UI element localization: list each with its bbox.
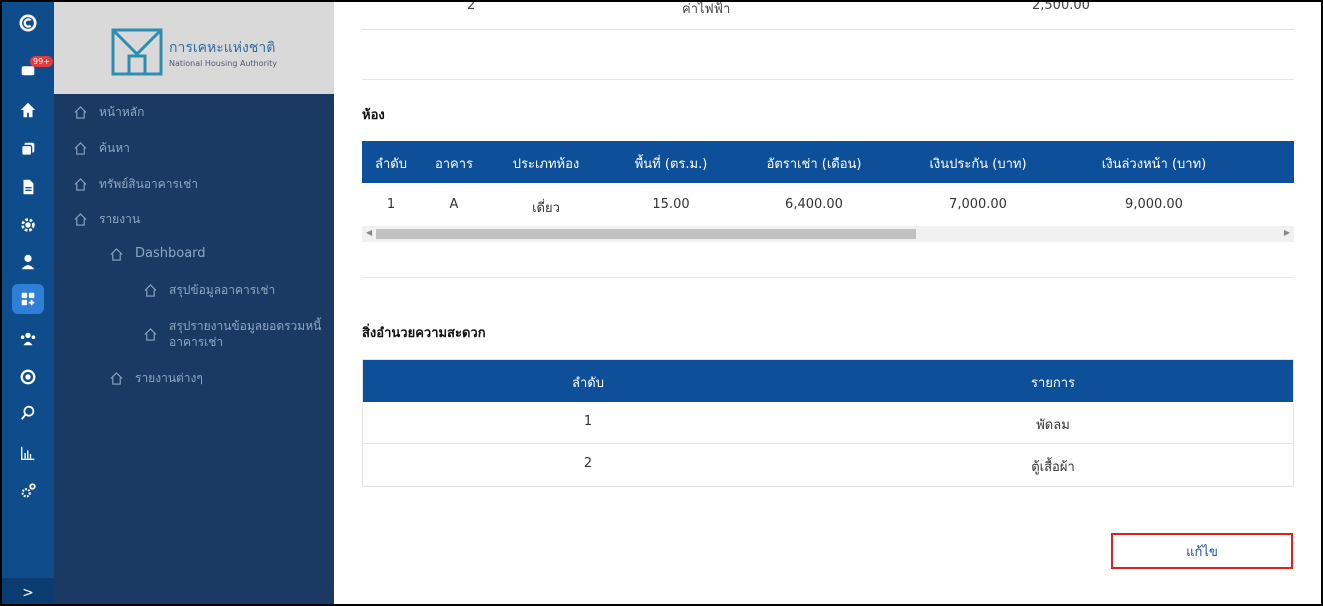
horizontal-scrollbar[interactable]: ◀ ▶ [362, 226, 1294, 242]
col-rent: อัตราเช่า (เดือน) [766, 157, 862, 172]
document-icon[interactable] [12, 172, 44, 202]
divider [362, 79, 1294, 80]
edit-button[interactable]: แก้ไข [1111, 533, 1293, 569]
home-outline-icon [74, 213, 87, 226]
inbox-icon[interactable]: 99+ [12, 54, 53, 84]
menu-item-other-reports[interactable]: รายงานต่างๆ [110, 370, 203, 386]
menu-item-search[interactable]: ค้นหา [74, 140, 130, 156]
scroll-right-icon[interactable]: ▶ [1284, 228, 1290, 237]
room-table-header: ลำดับ อาคาร ประเภทห้อง พื้นที่ (ตร.ม.) อ… [362, 141, 1294, 183]
utility-index: 2 [467, 0, 476, 13]
gear-icon[interactable] [12, 210, 44, 240]
logo-english-text: National Housing Authority [169, 58, 277, 68]
col-index: ลำดับ [375, 157, 407, 172]
home-outline-icon [110, 372, 123, 385]
nha-logo-icon [111, 28, 163, 76]
main-content: 2 ค่าไฟฟ้า 2,500.00 ห้อง ลำดับ อาคาร ประ… [334, 2, 1321, 604]
menu-item-summary-debt[interactable]: สรุปรายงานข้อมูลยอดรวมหนี้อาคารเช่า [144, 318, 324, 350]
table-row: 1 พัดลม [363, 402, 1293, 444]
facilities-section-title: สิ่งอำนวยความสะดวก [362, 326, 486, 341]
home-outline-icon [144, 284, 157, 297]
col-index: ลำดับ [572, 376, 604, 391]
table-row: 2 ตู้เสื้อผ้า [583, 456, 1075, 475]
menu-item-assets[interactable]: ทรัพย์สินอาคารเช่า [74, 176, 198, 192]
home-outline-icon [74, 106, 87, 119]
facilities-table: ลำดับ รายการ 1 พัดลม 2 ตู้เสื้อผ้า [362, 359, 1294, 487]
col-deposit: เงินประกัน (บาท) [929, 157, 1027, 172]
menu-item-dashboard[interactable]: Dashboard [110, 246, 206, 262]
table-row: 1 A เดี่ยว 15.00 6,400.00 7,000.00 9,000… [386, 197, 1183, 216]
dashboard-add-icon[interactable] [12, 284, 44, 314]
room-section-title: ห้อง [362, 108, 385, 123]
utility-amount: 2,500.00 [1032, 0, 1090, 13]
home-outline-icon [74, 178, 87, 191]
home-outline-icon [144, 328, 157, 341]
scrollbar-thumb[interactable] [376, 229, 916, 239]
col-building: อาคาร [434, 157, 474, 172]
logo-thai-text: การเคหะแห่งชาติ [169, 39, 276, 56]
copy-icon[interactable] [12, 134, 44, 164]
coin-icon[interactable] [12, 362, 44, 392]
col-item: รายการ [1030, 376, 1076, 391]
menu-item-reports[interactable]: รายงาน [74, 211, 140, 227]
utility-item: ค่าไฟฟ้า [682, 2, 731, 17]
notification-badge: 99+ [30, 56, 53, 67]
menu-item-home[interactable]: หน้าหลัก [74, 104, 144, 120]
settings-icon[interactable] [12, 476, 44, 506]
bar-chart-icon[interactable] [12, 438, 44, 468]
search-icon[interactable] [12, 398, 44, 428]
menu-item-summary-rental[interactable]: สรุปข้อมูลอาคารเช่า [144, 282, 275, 298]
col-advance: เงินล่วงหน้า (บาท) [1101, 157, 1207, 172]
side-menu: การเคหะแห่งชาติ National Housing Authori… [54, 2, 334, 604]
col-area: พื้นที่ (ตร.ม.) [634, 157, 708, 172]
icon-rail: 99+ > [2, 2, 54, 604]
divider [362, 277, 1294, 278]
facilities-table-header: ลำดับ รายการ [363, 360, 1293, 402]
logo-c-icon[interactable] [12, 8, 44, 38]
group-icon[interactable] [12, 324, 44, 354]
user-icon[interactable] [12, 247, 44, 277]
col-room-type: ประเภทห้อง [512, 157, 580, 172]
home-outline-icon [74, 142, 87, 155]
home-outline-icon [110, 248, 123, 261]
expand-chevron-icon[interactable]: > [2, 578, 54, 604]
logo-area: การเคหะแห่งชาติ National Housing Authori… [54, 2, 334, 94]
app-window: 99+ > การเคหะแห่งชาติ National Housing A… [0, 0, 1323, 606]
home-icon[interactable] [12, 95, 44, 125]
scroll-left-icon[interactable]: ◀ [366, 228, 372, 237]
utility-row: 2 ค่าไฟฟ้า 2,500.00 [362, 2, 1294, 30]
